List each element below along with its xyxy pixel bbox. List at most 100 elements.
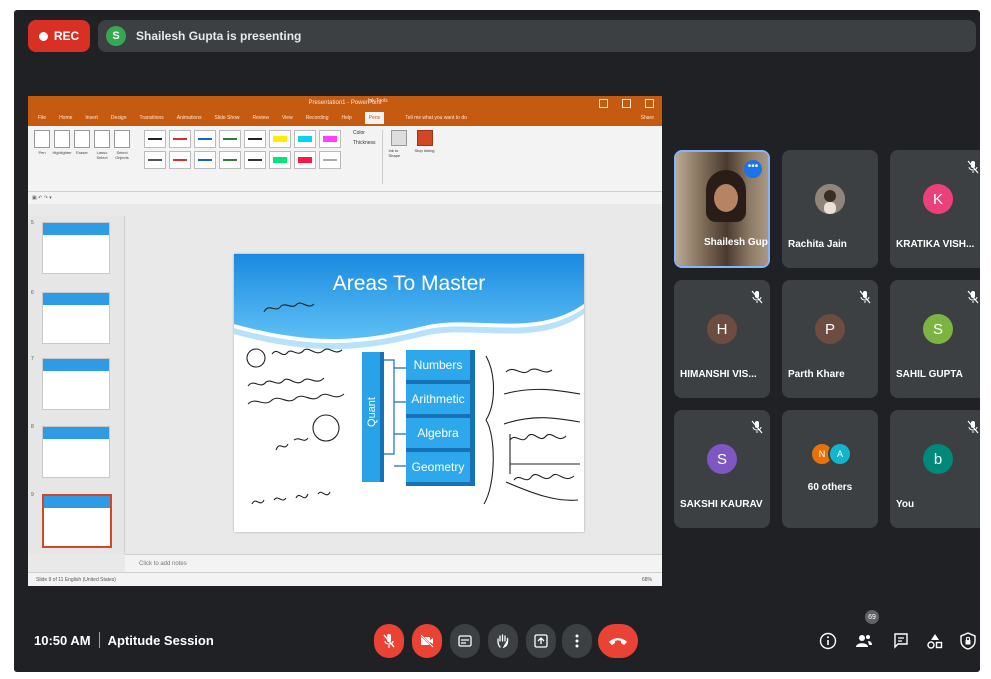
more-options-icon[interactable]: ••• xyxy=(744,160,762,178)
pen-tools-group: Pen Highlighter Eraser Lasso Select Sele… xyxy=(34,130,130,160)
participant-tile[interactable]: H HIMANSHI VIS... xyxy=(674,280,770,398)
slide-thumbnail xyxy=(42,358,110,410)
mic-toggle-button[interactable] xyxy=(374,624,404,658)
participant-avatar: H xyxy=(707,314,737,344)
zoom-level: 68% xyxy=(641,577,652,583)
stop-inking-button: Stop Inking xyxy=(415,130,435,153)
pen-swatch xyxy=(269,151,291,169)
participant-tile[interactable]: Rachita Jain xyxy=(782,150,878,268)
participant-tile-self[interactable]: b You xyxy=(890,410,980,528)
mic-off-icon xyxy=(967,290,979,304)
others-tile[interactable]: N A 60 others xyxy=(782,410,878,528)
people-button[interactable] xyxy=(853,630,875,652)
people-count-badge: 69 xyxy=(865,610,879,624)
pen-options: Color Thickness xyxy=(353,130,376,146)
select-icon xyxy=(114,130,130,148)
participant-name: KRATIKA VISH... xyxy=(896,239,975,250)
pen-swatch xyxy=(269,130,291,148)
ppt-status-bar: Slide 9 of 11 English (United States) 68… xyxy=(28,572,662,586)
chat-button[interactable] xyxy=(890,630,912,652)
call-end-icon xyxy=(609,638,627,645)
select-objects-tool: Select Objects xyxy=(114,130,130,160)
more-options-button[interactable] xyxy=(562,624,592,658)
presenter-text: Shailesh Gupta is presenting xyxy=(136,29,302,43)
current-slide: Areas To Master Quant Numbers Arithmetic… xyxy=(234,254,584,532)
pen-swatch xyxy=(144,130,166,148)
mic-off-icon xyxy=(967,420,979,434)
participant-tile-presenter[interactable]: ••• Shailesh Gupta xyxy=(674,150,770,268)
record-dot-icon xyxy=(38,31,48,41)
meeting-details: 10:50 AM Aptitude Session xyxy=(34,632,214,648)
host-controls-button[interactable] xyxy=(957,630,979,652)
presented-screen[interactable]: Presentation1 - PowerPoint Ink Tools Fil… xyxy=(28,96,662,586)
others-avatar: A xyxy=(828,442,852,466)
slide-title: Areas To Master xyxy=(332,272,486,295)
participant-avatar: P xyxy=(815,314,845,344)
menu-view: View xyxy=(281,115,293,121)
pen-swatch xyxy=(294,130,316,148)
participant-name: HIMANSHI VIS... xyxy=(680,369,757,380)
menu-review: Review xyxy=(252,115,269,121)
participant-tile[interactable]: P Parth Khare xyxy=(782,280,878,398)
share-button: Share xyxy=(640,115,654,121)
menu-help: Help xyxy=(341,115,352,121)
more-vert-icon xyxy=(575,634,579,648)
participant-name: Shailesh Gupta xyxy=(704,237,770,248)
pen-swatch xyxy=(194,130,216,148)
participant-tile[interactable]: K KRATIKA VISH... xyxy=(890,150,980,268)
others-count: 60 others xyxy=(807,482,853,493)
present-icon xyxy=(534,634,548,648)
activities-button[interactable] xyxy=(924,630,946,652)
meeting-title: Aptitude Session xyxy=(107,632,214,648)
minimize-icon xyxy=(599,99,608,108)
topic-arithmetic: Arithmetic xyxy=(406,384,475,418)
ppt-ribbon: Pen Highlighter Eraser Lasso Select Sele… xyxy=(28,126,662,192)
raise-hand-icon xyxy=(497,634,509,649)
meet-window: REC S Shailesh Gupta is presenting Prese… xyxy=(14,10,980,672)
pen-swatch xyxy=(244,151,266,169)
mic-off-icon xyxy=(383,634,395,648)
ink-to-shape-button: Ink to Shape xyxy=(389,130,409,158)
meeting-time: 10:50 AM xyxy=(34,632,91,648)
ribbon-divider xyxy=(381,130,383,184)
pen-swatch xyxy=(144,151,166,169)
slide-number: 5 xyxy=(31,220,34,226)
captions-button[interactable] xyxy=(450,624,480,658)
slide-number: 7 xyxy=(31,356,34,362)
menu-animations: Animations xyxy=(176,115,202,121)
activities-icon xyxy=(927,634,943,649)
stop-inking-icon xyxy=(416,130,433,146)
ink-shape-icon xyxy=(390,130,407,146)
present-button[interactable] xyxy=(526,624,556,658)
slide-thumbnail xyxy=(42,292,110,344)
mic-off-icon xyxy=(859,290,871,304)
participant-name: SAKSHI KAURAV xyxy=(680,499,763,510)
pen-swatch xyxy=(219,130,241,148)
camera-toggle-button[interactable] xyxy=(412,624,442,658)
status-text: Slide 9 of 11 English (United States) xyxy=(36,577,116,583)
participant-name: Parth Khare xyxy=(788,369,845,380)
mic-off-icon xyxy=(751,420,763,434)
participant-avatar: b xyxy=(923,444,953,474)
raise-hand-button[interactable] xyxy=(488,624,518,658)
pen-tool: Pen xyxy=(34,130,50,160)
menu-transitions: Transitions xyxy=(139,115,164,121)
leave-call-button[interactable] xyxy=(598,624,638,658)
meeting-details-button[interactable] xyxy=(817,630,839,652)
participant-avatar: S xyxy=(707,444,737,474)
pen-swatch xyxy=(194,151,216,169)
participant-tile[interactable]: S SAHIL GUPTA xyxy=(890,280,980,398)
eraser-icon xyxy=(74,130,90,148)
participant-video-face xyxy=(714,184,738,212)
eraser-tool: Eraser xyxy=(74,130,90,160)
pen-swatch xyxy=(294,151,316,169)
pen-swatch xyxy=(319,151,341,169)
ppt-title-bar: Presentation1 - PowerPoint Ink Tools xyxy=(28,96,662,110)
ppt-menu-bar: File Home Insert Design Transitions Anim… xyxy=(28,110,662,126)
participant-name: Rachita Jain xyxy=(788,239,847,250)
participant-tile[interactable]: S SAKSHI KAURAV xyxy=(674,410,770,528)
tell-me-box: Tell me what you want to do xyxy=(405,115,467,121)
menu-slide-show: Slide Show xyxy=(214,115,240,121)
others-avatars: N A xyxy=(810,442,852,466)
slide-thumbnail xyxy=(42,426,110,478)
